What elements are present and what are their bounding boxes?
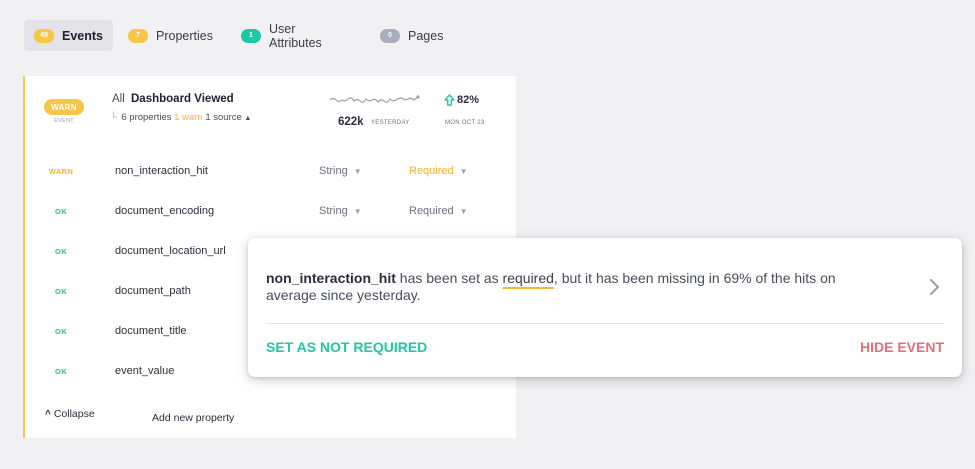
- collapse-button[interactable]: ^ Collapse: [45, 408, 95, 420]
- property-name[interactable]: document_encoding: [115, 205, 214, 217]
- property-name[interactable]: non_interaction_hit: [115, 165, 208, 177]
- property-status: OK: [54, 367, 68, 376]
- event-meta[interactable]: └ 6 properties 1 warn 1 source ▲: [110, 112, 251, 123]
- chevron-up-icon: ^: [45, 409, 51, 420]
- event-source-count: 1 source: [205, 112, 242, 123]
- property-name[interactable]: document_title: [115, 325, 187, 337]
- property-name[interactable]: document_path: [115, 285, 191, 297]
- events-count-badge: 49: [34, 28, 54, 43]
- tab-events[interactable]: 49 Events: [24, 20, 113, 51]
- event-volume: 622k: [338, 116, 364, 128]
- insight-property-name: non_interaction_hit: [266, 270, 396, 286]
- property-required-select[interactable]: Required ▼: [409, 205, 468, 217]
- set-not-required-button[interactable]: SET AS NOT REQUIRED: [266, 339, 427, 355]
- tab-properties[interactable]: 7 Properties: [118, 20, 223, 51]
- property-required-value: Required: [409, 165, 454, 177]
- property-status: OK: [54, 287, 68, 296]
- property-name[interactable]: document_location_url: [115, 245, 226, 257]
- event-change: 82%: [457, 94, 480, 106]
- tab-pages[interactable]: 0 Pages: [370, 20, 453, 51]
- event-status-badge: WARN: [44, 99, 84, 115]
- hide-event-button[interactable]: HIDE EVENT: [860, 339, 944, 355]
- property-type-value: String: [319, 205, 348, 217]
- tab-label: Properties: [156, 28, 213, 43]
- event-name[interactable]: Dashboard Viewed: [131, 93, 234, 105]
- insight-popup: non_interaction_hit has been set as requ…: [248, 238, 962, 377]
- chevron-right-icon[interactable]: [929, 278, 941, 296]
- user-attributes-count-badge: 1: [241, 28, 261, 43]
- property-required-value: Required: [409, 205, 454, 217]
- event-status-sub: EVENT: [54, 118, 74, 124]
- tab-label: Events: [62, 28, 103, 43]
- triangle-up-icon[interactable]: ▲: [244, 115, 251, 122]
- event-volume-period: YESTERDAY: [371, 120, 410, 126]
- collapse-label: Collapse: [53, 408, 95, 420]
- arrow-up-icon: [444, 94, 455, 106]
- property-type-select[interactable]: String ▼: [319, 165, 362, 177]
- tab-label: Pages: [408, 28, 444, 43]
- property-required-select[interactable]: Required ▼: [409, 165, 468, 177]
- tree-corner-icon: └: [110, 112, 117, 123]
- event-property-count: 6 properties: [121, 112, 172, 123]
- chevron-down-icon: ▼: [459, 167, 468, 176]
- properties-count-badge: 7: [128, 28, 148, 43]
- insight-message: non_interaction_hit has been set as requ…: [266, 270, 886, 304]
- chevron-down-icon: ▼: [353, 207, 362, 216]
- chevron-down-icon: ▼: [459, 207, 468, 216]
- property-status: OK: [54, 207, 68, 216]
- property-type-select[interactable]: String ▼: [319, 205, 362, 217]
- chevron-down-icon: ▼: [353, 167, 362, 176]
- tab-label: User Attributes: [269, 21, 322, 50]
- event-scope: All: [112, 93, 125, 105]
- property-row: OK document_encoding String ▼ Required ▼: [25, 202, 518, 226]
- property-name[interactable]: event_value: [115, 365, 174, 377]
- property-status: OK: [54, 247, 68, 256]
- tab-user-attributes[interactable]: 1 User Attributes: [231, 20, 332, 51]
- property-status: OK: [54, 327, 68, 336]
- event-date: MON OCT 23: [445, 120, 485, 126]
- property-row: WARN non_interaction_hit String ▼ Require…: [25, 162, 518, 186]
- property-type-value: String: [319, 165, 348, 177]
- event-warn-count: 1 warn: [174, 112, 203, 123]
- sparkline-chart: [329, 95, 420, 103]
- divider: [266, 323, 944, 324]
- add-property-button[interactable]: Add new property: [152, 412, 234, 424]
- pages-count-badge: 0: [380, 28, 400, 43]
- insight-text-1: has been set as: [395, 270, 503, 286]
- property-status: WARN: [48, 167, 74, 176]
- insight-required-word: required: [502, 270, 554, 286]
